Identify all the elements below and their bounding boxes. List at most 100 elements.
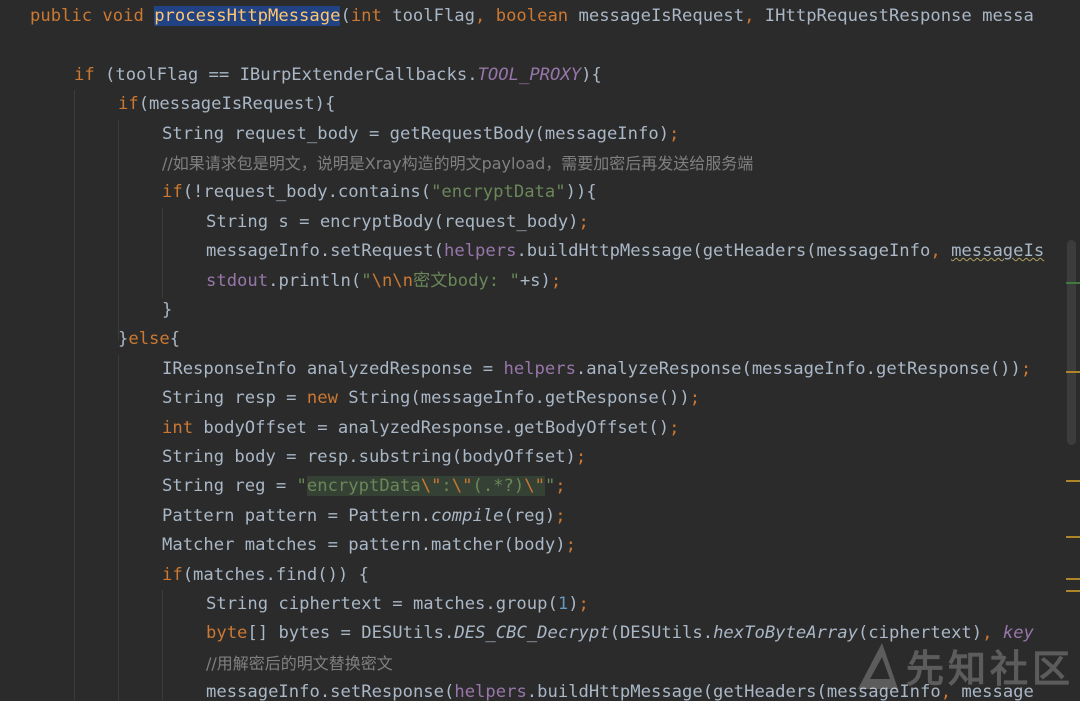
- code-line[interactable]: public void processHttpMessage(int toolF…: [30, 2, 1034, 31]
- code-token: hexToByteArray: [713, 623, 858, 644]
- code-line[interactable]: String resp = new String(messageInfo.get…: [162, 384, 700, 413]
- code-line[interactable]: Matcher matches = pattern.matcher(body);: [162, 531, 576, 560]
- code-token: if: [162, 564, 183, 585]
- code-token: \": [451, 476, 473, 497]
- code-line[interactable]: IResponseInfo analyzedResponse = helpers…: [162, 355, 1031, 384]
- code-token: ;: [689, 388, 701, 409]
- code-token: \": [420, 476, 442, 497]
- code-token: messageInfo.setResponse(: [206, 682, 455, 701]
- code-token: ;: [1020, 358, 1032, 379]
- warning-marker[interactable]: [1066, 480, 1080, 482]
- code-token: String resp =: [162, 388, 307, 409]
- warning-marker[interactable]: [1066, 578, 1080, 580]
- code-token: \": [524, 476, 545, 497]
- code-token: ;: [578, 594, 589, 614]
- warning-marker[interactable]: [1066, 371, 1080, 373]
- code-line[interactable]: String ciphertext = matches.group(1);: [206, 590, 589, 619]
- code-line[interactable]: if(!request_body.contains("encryptData")…: [162, 178, 597, 207]
- code-token: int: [162, 417, 204, 438]
- watermark-logo-icon: [857, 643, 898, 689]
- code-token: if: [162, 182, 183, 203]
- code-token: ,: [930, 241, 952, 262]
- code-line[interactable]: }else{: [118, 325, 180, 354]
- code-line[interactable]: String request_body = getRequestBody(mes…: [162, 120, 679, 149]
- indent-guide: [162, 590, 163, 701]
- code-token: [] bytes = DESUtils.: [247, 623, 455, 644]
- code-token: ": [544, 476, 556, 497]
- code-token: :: [441, 476, 452, 497]
- code-token: .buildHttpMessage(getHeaders(messageInfo: [516, 241, 931, 262]
- code-token: stdout: [206, 270, 269, 291]
- code-token: ;: [669, 417, 680, 438]
- code-token: ,: [475, 6, 496, 26]
- code-line[interactable]: //用解密后的明文替换密文: [206, 649, 393, 678]
- code-token: 1: [557, 594, 569, 614]
- code-token: .println(: [268, 270, 362, 291]
- code-token: toolFlag: [392, 6, 476, 26]
- code-token: {: [169, 329, 181, 350]
- code-line[interactable]: messageInfo.setRequest(helpers.buildHttp…: [206, 237, 1044, 266]
- code-token: Pattern pattern = Pattern.: [162, 505, 432, 526]
- code-token: String body = resp.substring(bodyOffset): [162, 447, 576, 467]
- code-line[interactable]: String body = resp.substring(bodyOffset)…: [162, 443, 586, 472]
- code-token: messageIsRequest: [578, 6, 745, 26]
- indent-guide: [118, 355, 119, 701]
- code-line[interactable]: if(messageIsRequest){: [118, 90, 335, 119]
- code-token: messageInfo.setRequest(: [206, 241, 444, 262]
- code-token: ;: [550, 270, 562, 291]
- code-token: "encryptData": [431, 182, 566, 203]
- code-token: (reg): [503, 505, 556, 526]
- code-editor[interactable]: public void processHttpMessage(int toolF…: [0, 0, 1080, 701]
- code-token: if: [74, 64, 106, 85]
- code-line[interactable]: Pattern pattern = Pattern.compile(reg);: [162, 502, 566, 531]
- code-line[interactable]: String s = encryptBody(request_body);: [206, 208, 589, 237]
- code-line[interactable]: String reg = "encryptData\":\"(.*?)\"";: [162, 472, 566, 501]
- warning-marker[interactable]: [1066, 590, 1080, 592]
- indent-guide: [74, 90, 75, 701]
- code-line[interactable]: }: [162, 296, 172, 325]
- code-line[interactable]: stdout.println("\n\n密文body: "+s);: [206, 267, 561, 296]
- code-line[interactable]: if(matches.find()) {: [162, 561, 369, 590]
- code-token: (!request_body.contains(: [182, 182, 432, 203]
- code-token: Matcher matches = pattern.matcher(body): [162, 535, 566, 556]
- code-token: (toolFlag == IBurpExtenderCallbacks.: [105, 64, 478, 85]
- code-token: )){: [565, 182, 597, 203]
- code-token: (matches.find()) {: [182, 564, 369, 585]
- code-token: (DESUtils.: [609, 623, 714, 644]
- code-token: helpers: [454, 682, 527, 701]
- code-line[interactable]: if (toolFlag == IBurpExtenderCallbacks.T…: [74, 61, 602, 90]
- indent-guide: [118, 120, 119, 340]
- code-token: TOOL_PROXY: [477, 64, 582, 85]
- code-token: +s): [519, 270, 551, 291]
- warning-marker[interactable]: [1066, 282, 1080, 284]
- code-token: ,: [744, 6, 765, 26]
- code-token: encryptData: [306, 476, 421, 497]
- code-token: ": [296, 476, 307, 497]
- code-token: ;: [669, 123, 680, 144]
- code-token: processHttpMessage: [154, 6, 341, 26]
- code-line[interactable]: int bodyOffset = analyzedResponse.getBod…: [162, 414, 679, 443]
- code-token: String ciphertext = matches.group(: [206, 594, 558, 614]
- code-token: messageIs: [951, 241, 1045, 262]
- code-token: ;: [555, 476, 566, 497]
- code-token: int: [350, 6, 393, 26]
- code-token: ;: [578, 211, 589, 232]
- watermark: 先知社区: [854, 637, 1074, 693]
- code-token: boolean: [495, 6, 579, 26]
- code-token: public void: [30, 6, 155, 26]
- vertical-scrollbar[interactable]: [1067, 240, 1076, 445]
- code-token: helpers: [444, 241, 517, 262]
- code-token: new: [306, 388, 349, 409]
- indent-guide: [162, 208, 163, 298]
- warning-marker[interactable]: [1066, 536, 1080, 538]
- watermark-text: 先知社区: [905, 646, 1074, 691]
- code-token: ;: [565, 535, 576, 556]
- code-token: compile: [431, 505, 504, 526]
- code-token: String(messageInfo.getResponse()): [348, 388, 690, 409]
- code-token: String reg =: [162, 476, 297, 497]
- code-token: ": [361, 270, 372, 291]
- code-token: if: [118, 94, 139, 115]
- code-token: String request_body = getRequestBody(mes…: [162, 123, 670, 144]
- code-token: 密文body: ": [413, 270, 520, 291]
- code-line[interactable]: //如果请求包是明文，说明是Xray构造的明文payload，需要加密后再发送给…: [162, 149, 753, 178]
